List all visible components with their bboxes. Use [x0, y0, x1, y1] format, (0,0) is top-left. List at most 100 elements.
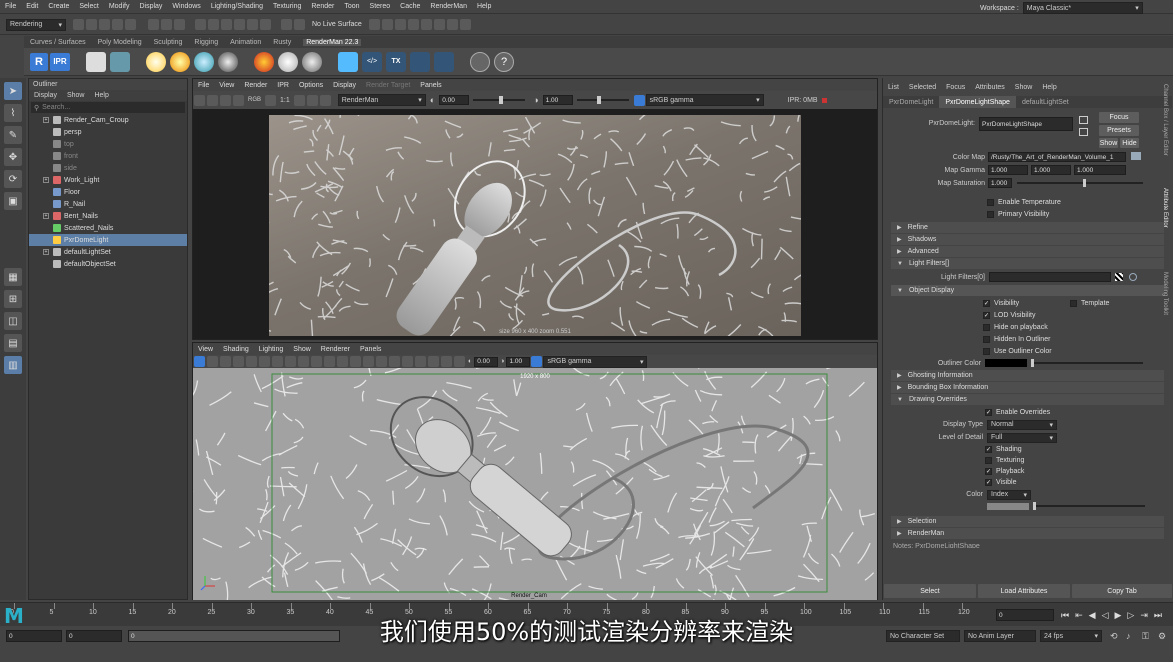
section-ghosting[interactable]: ▶ Ghosting Information [891, 370, 1164, 381]
expand-icon[interactable] [43, 165, 49, 171]
ae-tab-0[interactable]: PxrDomeLight [883, 96, 939, 108]
expand-icon[interactable] [43, 237, 49, 243]
exposure-field[interactable]: 0.00 [439, 95, 470, 105]
outliner-item[interactable]: persp [29, 126, 187, 138]
hidden-in-outliner-row[interactable]: Hidden In Outliner [983, 333, 1172, 345]
shelf-tab-3[interactable]: Rigging [194, 39, 218, 46]
color-index-slider[interactable] [1033, 502, 1145, 510]
lod-visibility-row[interactable]: ✓ LOD Visibility [983, 309, 1172, 321]
expand-icon[interactable] [43, 261, 49, 267]
hypershade-icon[interactable] [420, 19, 432, 30]
outliner-item[interactable]: + defaultLightSet [29, 246, 187, 258]
environment-light-icon[interactable] [218, 51, 238, 72]
select-hierarchy-icon[interactable] [148, 19, 159, 30]
menu-select[interactable]: Select [79, 3, 98, 10]
new-scene-icon[interactable] [73, 19, 84, 30]
outliner-item[interactable]: PxrDomeLight [29, 234, 187, 246]
rotate-tool-icon[interactable]: ⟳ [4, 170, 22, 188]
safe-title-icon[interactable] [324, 356, 335, 367]
outliner-item[interactable]: + Work_Light [29, 174, 187, 186]
render-view-icon[interactable] [110, 51, 130, 72]
expand-icon[interactable]: + [43, 249, 49, 255]
primary-visibility-row[interactable]: Primary Visibility [987, 208, 1172, 220]
outliner-search-input[interactable]: Search... [42, 104, 70, 111]
outliner-menu-help[interactable]: Help [94, 92, 108, 99]
section-light-filters[interactable]: ▼ Light Filters[] [891, 258, 1164, 269]
scale-tool-icon[interactable]: ▣ [4, 192, 22, 210]
link-icon[interactable] [1129, 273, 1137, 281]
focus-button[interactable]: Focus [1099, 112, 1139, 123]
layout-custom-icon[interactable]: ▥ [4, 356, 22, 374]
outliner-color-swatch[interactable] [985, 359, 1027, 367]
outliner-item[interactable]: + Render_Cam_Croup [29, 114, 187, 126]
gate-mask-icon[interactable] [285, 356, 296, 367]
menu-modify[interactable]: Modify [109, 3, 130, 10]
color-map-field[interactable]: /Rusty/The_Art_of_RenderMan_Volume_1 [988, 152, 1126, 162]
menu-renderman[interactable]: RenderMan [430, 3, 467, 10]
menu-windows[interactable]: Windows [172, 3, 200, 10]
rv-menu-6[interactable]: Render Target [366, 82, 410, 89]
region-icon[interactable] [233, 94, 244, 106]
outliner-item[interactable]: Floor [29, 186, 187, 198]
film-gate-icon[interactable] [259, 356, 270, 367]
menu-toon[interactable]: Toon [344, 3, 359, 10]
hide-button[interactable]: Hide [1120, 138, 1139, 148]
xray-joints-icon[interactable] [454, 356, 465, 367]
shelf-tab-5[interactable]: Rusty [273, 39, 291, 46]
remove-image-icon[interactable] [306, 94, 318, 106]
live-icon[interactable] [294, 19, 305, 30]
playback-row[interactable]: ✓ Playback [985, 466, 1172, 477]
render-icon[interactable] [194, 356, 205, 367]
ae-tab-1[interactable]: PxrDomeLightShape [939, 96, 1016, 108]
tab-attribute-editor[interactable]: Attribute Editor [1162, 188, 1168, 268]
texturing-row[interactable]: Texturing [985, 455, 1172, 466]
textured-icon[interactable] [363, 356, 374, 367]
render-r-button[interactable]: R [30, 52, 48, 71]
snapshot-icon[interactable] [220, 94, 231, 106]
smooth-shade-icon[interactable] [350, 356, 361, 367]
lasso-tool-icon[interactable]: ⌇ [4, 104, 22, 122]
color-select[interactable]: Index ▾ [987, 489, 1031, 500]
folder-icon[interactable] [1131, 152, 1141, 160]
expand-icon[interactable] [43, 129, 49, 135]
ratio-label[interactable]: 1:1 [280, 97, 290, 104]
hidden-in-outliner-checkbox[interactable] [983, 335, 990, 343]
rv-menu-0[interactable]: File [198, 82, 209, 89]
field-chart-icon[interactable] [298, 356, 309, 367]
layout-two-icon[interactable]: ◫ [4, 312, 22, 330]
lod-visibility-checkbox[interactable]: ✓ [983, 311, 990, 319]
gamma-slider[interactable] [576, 96, 629, 104]
rv-menu-7[interactable]: Panels [420, 82, 441, 89]
menu-lightingshading[interactable]: Lighting/Shading [211, 3, 263, 10]
expand-icon[interactable] [43, 225, 49, 231]
unlock-icon[interactable] [1079, 128, 1088, 136]
outliner-color-slider[interactable] [1031, 359, 1143, 367]
node-name-field[interactable]: PxrDomeLightShape [979, 117, 1073, 131]
rv-menu-4[interactable]: Options [299, 82, 323, 89]
outliner-menu-show[interactable]: Show [67, 92, 85, 99]
menu-render[interactable]: Render [311, 3, 334, 10]
shading-row[interactable]: ✓ Shading [985, 444, 1172, 455]
mode-select[interactable]: Rendering ▾ [6, 18, 66, 31]
lod-select[interactable]: Full ▾ [987, 432, 1057, 443]
vp-exposure-field[interactable]: 0.00 [474, 356, 499, 367]
shelf-tab-0[interactable]: Curves / Surfaces [30, 39, 86, 46]
outliner-item[interactable]: top [29, 138, 187, 150]
sun-icon[interactable] [170, 51, 190, 72]
expand-icon[interactable] [43, 153, 49, 159]
layout-side-icon[interactable]: ▤ [4, 334, 22, 352]
moon-icon[interactable] [410, 51, 430, 72]
aa-icon[interactable] [415, 356, 426, 367]
render-ipr-button[interactable]: IPR [50, 52, 70, 71]
safe-action-icon[interactable] [311, 356, 322, 367]
live-surface-label[interactable]: No Live Surface [312, 21, 362, 28]
select-component-icon[interactable] [174, 19, 185, 30]
resolution-gate-icon[interactable] [272, 356, 283, 367]
menu-help[interactable]: Help [477, 3, 491, 10]
menu-file[interactable]: File [5, 3, 16, 10]
display-icon[interactable] [319, 94, 331, 106]
ae-menu-selected[interactable]: Selected [909, 84, 936, 91]
magnet-icon[interactable] [260, 19, 271, 30]
menu-texturing[interactable]: Texturing [273, 3, 301, 10]
select-tool-icon[interactable]: ➤ [4, 82, 22, 100]
